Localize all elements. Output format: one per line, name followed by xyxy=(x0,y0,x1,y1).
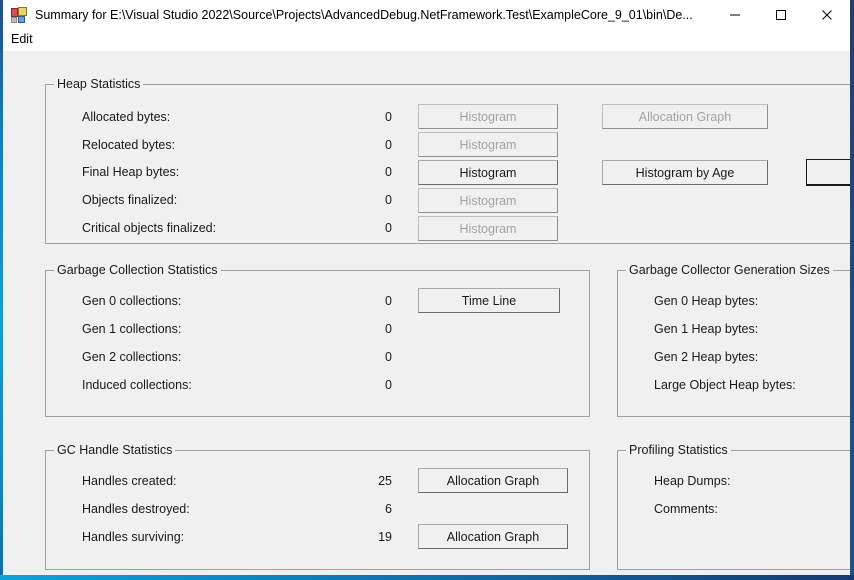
button-allocation-graph-handles-surviving[interactable]: Allocation Graph xyxy=(418,524,568,549)
icon-square-blue xyxy=(18,16,25,23)
label-gen2-collections: Gen 2 collections: xyxy=(82,350,181,364)
title-bar: Summary for E:\Visual Studio 2022\Source… xyxy=(3,0,850,29)
value-gen0-collections: 0 xyxy=(332,294,392,308)
value-gen1-collections: 0 xyxy=(332,322,392,336)
button-allocation-graph-heap[interactable]: Allocation Graph xyxy=(602,104,768,129)
icon-square-gray xyxy=(11,17,17,23)
label-gen1-heap-bytes: Gen 1 Heap bytes: xyxy=(654,322,758,336)
group-profiling-statistics-title: Profiling Statistics xyxy=(626,443,731,457)
button-allocation-graph-handles-created[interactable]: Allocation Graph xyxy=(418,468,568,493)
button-histogram-objects-finalized[interactable]: Histogram xyxy=(418,188,558,213)
group-gc-handle-statistics: GC Handle Statistics Handles created: 25… xyxy=(45,450,590,570)
button-histogram-critical-objects[interactable]: Histogram xyxy=(418,216,558,241)
window-border-bottom xyxy=(0,575,854,580)
label-large-object-heap-bytes: Large Object Heap bytes: xyxy=(654,378,796,392)
icon-square-yellow xyxy=(18,7,27,16)
group-gc-statistics-title: Garbage Collection Statistics xyxy=(54,263,221,277)
button-histogram-final-heap-bytes[interactable]: Histogram xyxy=(418,160,558,185)
label-handles-created: Handles created: xyxy=(82,474,177,488)
button-histogram-relocated-bytes[interactable]: Histogram xyxy=(418,132,558,157)
label-gen1-collections: Gen 1 collections: xyxy=(82,322,181,336)
profiler-summary-window: Summary for E:\Visual Studio 2022\Source… xyxy=(0,0,854,580)
value-gen2-collections: 0 xyxy=(332,350,392,364)
label-final-heap-bytes: Final Heap bytes: xyxy=(82,165,179,179)
group-heap-statistics: Heap Statistics Allocated bytes: 0 Reloc… xyxy=(45,84,850,244)
label-handles-surviving: Handles surviving: xyxy=(82,530,184,544)
label-objects-finalized: Objects finalized: xyxy=(82,193,177,207)
label-handles-destroyed: Handles destroyed: xyxy=(82,502,190,516)
maximize-button[interactable] xyxy=(758,0,804,29)
label-relocated-bytes: Relocated bytes: xyxy=(82,138,175,152)
menu-item-edit[interactable]: Edit xyxy=(3,29,40,50)
window-title: Summary for E:\Visual Studio 2022\Source… xyxy=(35,8,712,22)
value-objects-finalized: 0 xyxy=(332,193,392,207)
value-induced-collections: 0 xyxy=(332,378,392,392)
button-objects-by-address[interactable]: Obj xyxy=(806,159,850,186)
maximize-icon xyxy=(775,9,787,21)
label-gen0-heap-bytes: Gen 0 Heap bytes: xyxy=(654,294,758,308)
group-heap-statistics-title: Heap Statistics xyxy=(54,77,143,91)
value-handles-surviving: 19 xyxy=(332,530,392,544)
value-handles-destroyed: 6 xyxy=(332,502,392,516)
icon-square-red xyxy=(11,8,18,17)
close-button[interactable] xyxy=(804,0,850,29)
value-handles-created: 25 xyxy=(332,474,392,488)
button-time-line[interactable]: Time Line xyxy=(418,288,560,313)
label-heap-dumps: Heap Dumps: xyxy=(654,474,730,488)
label-allocated-bytes: Allocated bytes: xyxy=(82,110,170,124)
button-histogram-allocated-bytes[interactable]: Histogram xyxy=(418,104,558,129)
value-relocated-bytes: 0 xyxy=(332,138,392,152)
minimize-button[interactable] xyxy=(712,0,758,29)
label-comments: Comments: xyxy=(654,502,718,516)
label-gen0-collections: Gen 0 collections: xyxy=(82,294,181,308)
label-gen2-heap-bytes: Gen 2 Heap bytes: xyxy=(654,350,758,364)
value-allocated-bytes: 0 xyxy=(332,110,392,124)
group-gc-handle-statistics-title: GC Handle Statistics xyxy=(54,443,175,457)
window-border-right xyxy=(850,0,854,580)
menu-bar: Edit xyxy=(3,29,850,51)
window-controls xyxy=(712,0,850,29)
value-critical-objects-finalized: 0 xyxy=(332,221,392,235)
close-icon xyxy=(821,9,833,21)
button-histogram-by-age[interactable]: Histogram by Age xyxy=(602,160,768,185)
group-gc-generation-sizes: Garbage Collector Generation Sizes Gen 0… xyxy=(617,270,850,417)
value-final-heap-bytes: 0 xyxy=(332,165,392,179)
minimize-icon xyxy=(729,9,741,21)
group-profiling-statistics: Profiling Statistics Heap Dumps: Comment… xyxy=(617,450,850,570)
group-gc-statistics: Garbage Collection Statistics Gen 0 coll… xyxy=(45,270,590,417)
label-critical-objects-finalized: Critical objects finalized: xyxy=(82,221,216,235)
label-induced-collections: Induced collections: xyxy=(82,378,192,392)
app-icon xyxy=(11,7,27,23)
group-gc-generation-sizes-title: Garbage Collector Generation Sizes xyxy=(626,263,833,277)
client-area: Heap Statistics Allocated bytes: 0 Reloc… xyxy=(3,51,850,575)
